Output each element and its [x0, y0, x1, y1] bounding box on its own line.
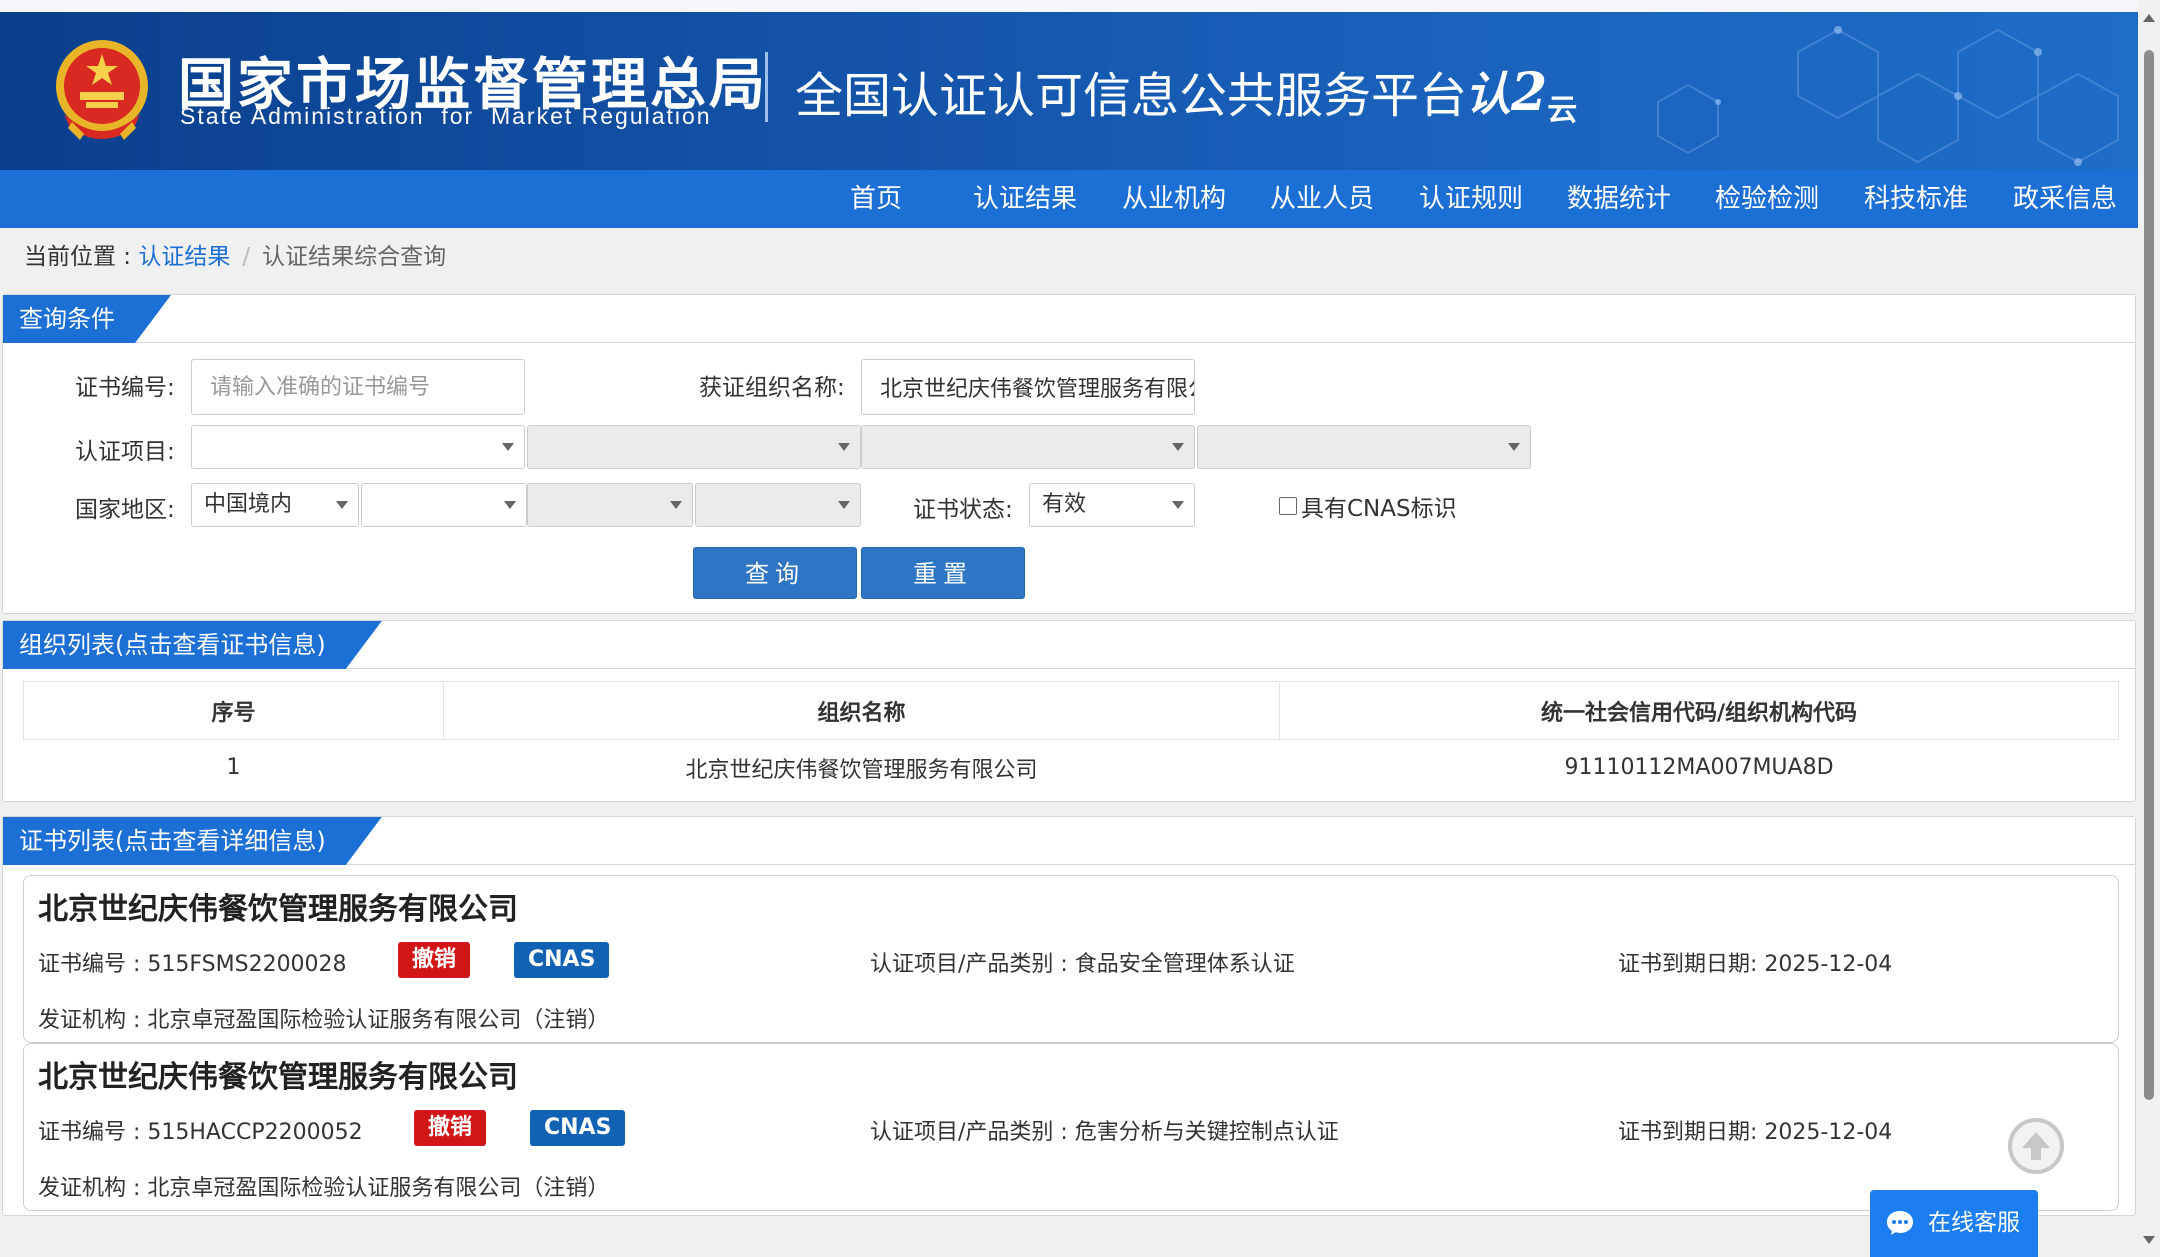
header-divider	[765, 52, 768, 122]
nav-home[interactable]: 首页	[850, 170, 902, 228]
cert-no-label: 证书编号:	[75, 375, 175, 401]
query-panel-title: 查询条件	[3, 295, 171, 343]
org-table: 序号 组织名称 统一社会信用代码/组织机构代码 1 北京世纪庆伟餐饮管理服务有限…	[23, 681, 2119, 796]
scroll-up-arrow-icon[interactable]	[2143, 14, 2155, 22]
top-strip	[0, 0, 2138, 12]
chevron-down-icon	[1172, 501, 1184, 509]
cert-card-number: 证书编号 : 515FSMS2200028	[38, 952, 347, 977]
search-button[interactable]: 查询	[693, 547, 857, 599]
nav-tech-standards[interactable]: 科技标准	[1864, 170, 1968, 228]
site-header: 国家市场监督管理总局 State Administration for Mark…	[0, 0, 2138, 170]
chevron-down-icon	[838, 443, 850, 451]
org-name-label: 获证组织名称:	[699, 375, 845, 401]
chevron-down-icon	[1172, 443, 1184, 451]
cnas-checkbox[interactable]	[1279, 497, 1297, 515]
status-select[interactable]: 有效	[1029, 483, 1195, 527]
cert-card-category: 认证项目/产品类别 : 危害分析与关键控制点认证	[870, 1120, 1339, 1145]
query-panel: 查询条件 证书编号: 获证组织名称: 认证项目: 国家地区: 中国境内 证书状态…	[2, 294, 2136, 614]
breadcrumb-separator: /	[242, 244, 251, 270]
platform-title: 全国认证认可信息公共服务平台	[795, 68, 1468, 124]
region-country-select[interactable]: 中国境内	[191, 483, 359, 527]
breadcrumb-current: 认证结果综合查询	[262, 244, 447, 270]
cert-card-category: 认证项目/产品类别 : 食品安全管理体系认证	[870, 952, 1295, 977]
renzheng-cloud-logo: 认2云	[1465, 62, 1578, 128]
cert-list-header: 证书列表(点击查看详细信息)	[3, 817, 2135, 865]
nav-procurement[interactable]: 政采信息	[2013, 170, 2117, 228]
arrow-up-circle-icon	[2022, 1132, 2050, 1160]
col-org-name: 组织名称	[443, 681, 1280, 740]
cnas-badge: CNAS	[514, 942, 610, 978]
cert-card-org: 北京世纪庆伟餐饮管理服务有限公司	[38, 892, 518, 927]
table-row[interactable]: 1 北京世纪庆伟餐饮管理服务有限公司 91110112MA007MUA8D	[24, 740, 2119, 796]
nav-inspection[interactable]: 检验检测	[1715, 170, 1819, 228]
main-nav: 首页 认证结果 从业机构 从业人员 认证规则 数据统计 检验检测 科技标准 政采…	[0, 170, 2138, 228]
org-list-title: 组织列表(点击查看证书信息)	[3, 621, 382, 669]
chevron-down-icon	[1508, 443, 1520, 451]
agency-name-en: State Administration for Market Regulati…	[180, 103, 712, 129]
breadcrumb: 当前位置 : 认证结果 / 认证结果综合查询	[24, 240, 446, 274]
status-label: 证书状态:	[913, 497, 1013, 523]
col-index: 序号	[23, 681, 444, 740]
cert-no-input[interactable]	[191, 359, 525, 415]
breadcrumb-prefix: 当前位置 :	[24, 244, 139, 270]
back-to-top-button[interactable]	[2008, 1118, 2064, 1174]
revoked-badge: 撤销	[398, 942, 471, 978]
online-service-label: 在线客服	[1928, 1210, 2020, 1236]
chevron-down-icon	[336, 501, 348, 509]
cert-card-issuer: 发证机构 : 北京卓冠盈国际检验认证服务有限公司（注销）	[38, 1008, 610, 1033]
row-index: 1	[226, 755, 241, 781]
nav-cert-rules[interactable]: 认证规则	[1419, 170, 1523, 228]
region-district-select[interactable]	[695, 483, 861, 527]
cert-project-select-2[interactable]	[527, 425, 861, 469]
org-list-panel: 组织列表(点击查看证书信息) 序号 组织名称 统一社会信用代码/组织机构代码 1…	[2, 620, 2136, 802]
cnas-badge: CNAS	[530, 1110, 626, 1146]
region-province-select[interactable]	[361, 483, 527, 527]
reset-button[interactable]: 重置	[861, 547, 1025, 599]
region-label: 国家地区:	[75, 497, 175, 523]
org-name-input[interactable]	[861, 359, 1195, 415]
cnas-label: 具有CNAS标识	[1301, 496, 1457, 522]
scroll-down-arrow-icon[interactable]	[2143, 1236, 2155, 1244]
cert-card-issuer: 发证机构 : 北京卓冠盈国际检验认证服务有限公司（注销）	[38, 1176, 610, 1201]
logo-mark-text: 认	[1465, 67, 1511, 121]
chevron-down-icon	[838, 501, 850, 509]
breadcrumb-link-cert-results[interactable]: 认证结果	[138, 244, 230, 270]
org-list-header: 组织列表(点击查看证书信息)	[3, 621, 2135, 669]
cert-card-org: 北京世纪庆伟餐饮管理服务有限公司	[38, 1060, 518, 1095]
chevron-down-icon	[502, 443, 514, 451]
region-country-value: 中国境内	[204, 492, 293, 517]
revoked-badge: 撤销	[414, 1110, 487, 1146]
cert-list-panel: 证书列表(点击查看详细信息) 北京世纪庆伟餐饮管理服务有限公司 证书编号 : 5…	[2, 816, 2136, 1216]
online-service-button[interactable]: 在线客服	[1870, 1190, 2038, 1257]
org-table-header-row: 序号 组织名称 统一社会信用代码/组织机构代码	[23, 681, 2119, 740]
cert-project-label: 认证项目:	[75, 439, 175, 465]
cert-project-select-3[interactable]	[861, 425, 1195, 469]
cert-card-number: 证书编号 : 515HACCP2200052	[38, 1120, 363, 1145]
page-scrollbar[interactable]	[2138, 0, 2160, 1257]
logo-suffix: 云	[1547, 93, 1578, 128]
chevron-down-icon	[504, 501, 516, 509]
cert-project-select-1[interactable]	[191, 425, 525, 469]
page: 国家市场监督管理总局 State Administration for Mark…	[0, 0, 2138, 1257]
status-value: 有效	[1042, 492, 1087, 517]
cert-project-select-4[interactable]	[1197, 425, 1531, 469]
nav-practitioners[interactable]: 从业人员	[1270, 170, 1374, 228]
row-org-name[interactable]: 北京世纪庆伟餐饮管理服务有限公司	[444, 740, 1280, 796]
col-credit-code: 统一社会信用代码/组织机构代码	[1279, 681, 2119, 740]
chat-bubble-icon	[1887, 1211, 1913, 1235]
nav-cert-results[interactable]: 认证结果	[973, 170, 1077, 228]
row-credit-code: 91110112MA007MUA8D	[1564, 755, 1834, 781]
cert-card-expiry: 证书到期日期: 2025-12-04	[1618, 1120, 1893, 1145]
chevron-down-icon	[670, 501, 682, 509]
nav-institutions[interactable]: 从业机构	[1122, 170, 1226, 228]
scrollbar-thumb[interactable]	[2144, 50, 2154, 1100]
query-panel-header: 查询条件	[3, 295, 2135, 343]
cert-card-expiry: 证书到期日期: 2025-12-04	[1618, 952, 1893, 977]
region-city-select[interactable]	[527, 483, 693, 527]
cert-list-title: 证书列表(点击查看详细信息)	[3, 817, 382, 865]
national-emblem-icon	[56, 40, 148, 140]
cert-card[interactable]: 北京世纪庆伟餐饮管理服务有限公司 证书编号 : 515HACCP2200052 …	[23, 1043, 2119, 1211]
cert-card[interactable]: 北京世纪庆伟餐饮管理服务有限公司 证书编号 : 515FSMS2200028 撤…	[23, 875, 2119, 1043]
nav-statistics[interactable]: 数据统计	[1567, 170, 1671, 228]
